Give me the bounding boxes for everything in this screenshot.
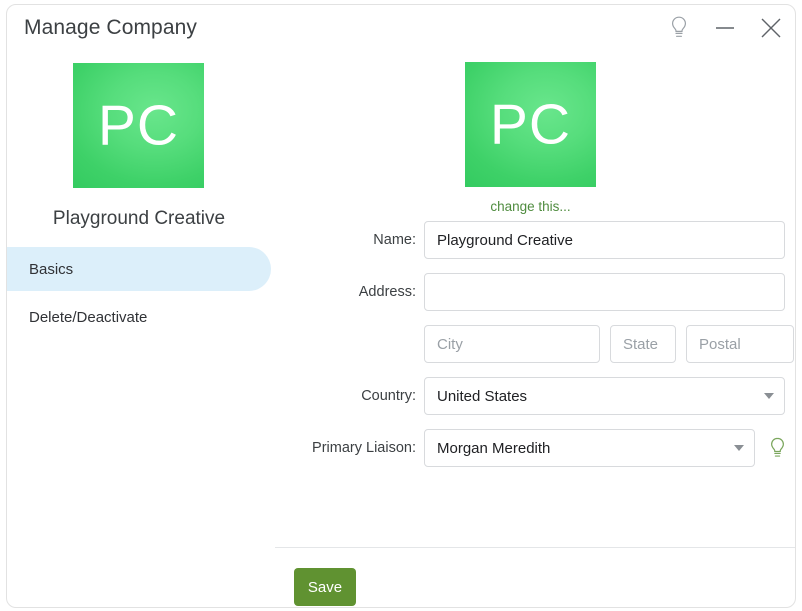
field-row-city-state-postal: City State Postal	[271, 325, 795, 363]
primary-liaison-label: Primary Liaison:	[312, 440, 416, 456]
sidebar-item-delete-deactivate[interactable]: Delete/Deactivate	[7, 295, 271, 339]
field-row-name: Name: Playground Creative	[271, 221, 795, 259]
name-input[interactable]: Playground Creative	[424, 221, 785, 259]
sidebar-nav: Basics Delete/Deactivate	[7, 247, 271, 339]
save-button[interactable]: Save	[294, 568, 356, 606]
field-row-address: Address:	[271, 273, 795, 311]
logo-editor: PC change this...	[465, 62, 596, 216]
country-select[interactable]: United States	[424, 377, 785, 415]
minimize-button[interactable]	[711, 14, 739, 42]
sidebar: PC Playground Creative Basics Delete/Dea…	[7, 53, 271, 607]
postal-input[interactable]: Postal	[686, 325, 794, 363]
primary-liaison-hint-bulb-icon[interactable]	[766, 435, 788, 461]
page-title: Manage Company	[24, 16, 197, 39]
sidebar-item-basics-label: Basics	[29, 260, 74, 278]
sidebar-company-name: Playground Creative	[52, 208, 226, 229]
country-label: Country:	[361, 388, 416, 404]
window-controls	[665, 14, 785, 42]
field-row-primary-liaison: Primary Liaison: Morgan Meredith	[271, 429, 795, 467]
state-input[interactable]: State	[610, 325, 676, 363]
primary-liaison-select[interactable]: Morgan Meredith	[424, 429, 755, 467]
help-bulb-icon[interactable]	[665, 14, 693, 42]
city-state-postal-group: City State Postal	[424, 325, 794, 363]
change-logo-link[interactable]: change this...	[490, 199, 570, 214]
country-select-value: United States	[437, 387, 528, 405]
chevron-down-icon	[734, 445, 744, 451]
form-divider	[275, 547, 795, 548]
company-logo-preview[interactable]: PC	[465, 62, 596, 187]
main-content: PC change this... Name: Playground Creat…	[271, 53, 795, 607]
city-input[interactable]: City	[424, 325, 600, 363]
company-logo: PC	[73, 63, 204, 188]
company-basics-form: Name: Playground Creative Address: City …	[271, 221, 795, 481]
company-logo-initials: PC	[97, 93, 180, 157]
sidebar-item-delete-deactivate-label: Delete/Deactivate	[29, 308, 148, 326]
name-label: Name:	[373, 232, 416, 248]
company-logo-preview-initials: PC	[489, 92, 572, 156]
sidebar-item-basics[interactable]: Basics	[7, 247, 271, 291]
address-label: Address:	[358, 284, 416, 300]
field-row-country: Country: United States	[271, 377, 795, 415]
manage-company-window: Manage Company PC Playground Creative Ba…	[6, 4, 796, 608]
chevron-down-icon	[764, 393, 774, 399]
titlebar: Manage Company	[7, 5, 795, 53]
close-button[interactable]	[757, 14, 785, 42]
primary-liaison-select-value: Morgan Meredith	[437, 439, 551, 457]
address-input[interactable]	[424, 273, 785, 311]
